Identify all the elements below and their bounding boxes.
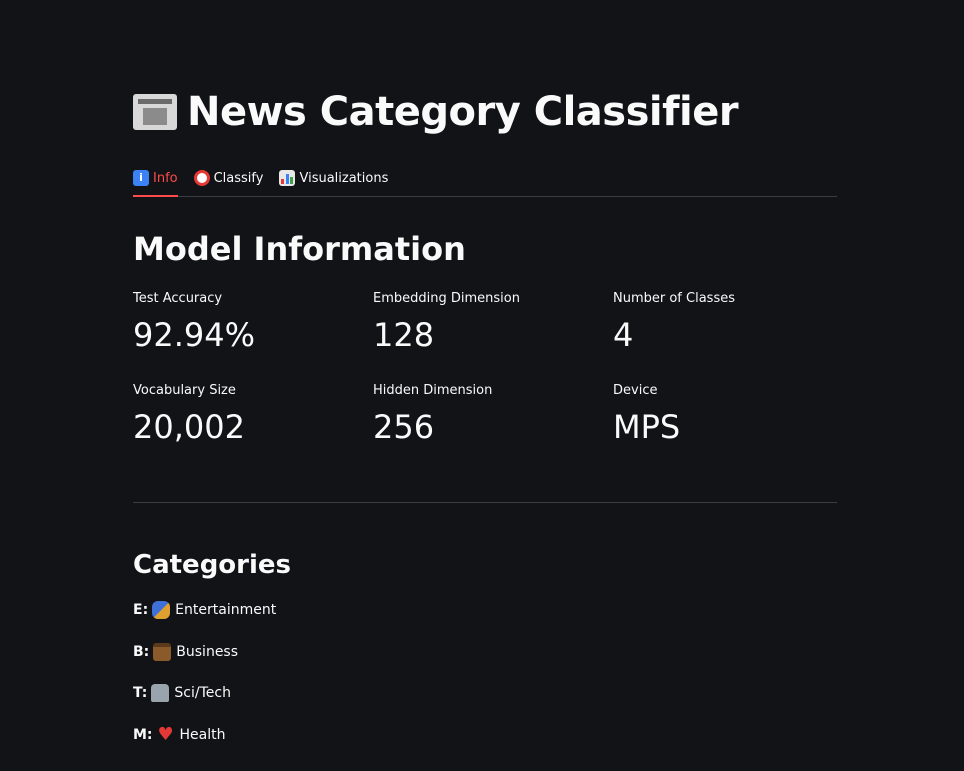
- tab-bar: i Info Classify Visualizations: [133, 160, 837, 197]
- metric-test-accuracy: Test Accuracy 92.94%: [133, 290, 373, 382]
- metric-value: MPS: [613, 408, 681, 446]
- metric-label: Test Accuracy: [133, 291, 223, 306]
- performing-arts-icon: [152, 601, 171, 619]
- category-code: M:: [133, 726, 153, 743]
- categories-heading: Categories: [133, 550, 292, 580]
- category-code: B:: [133, 643, 150, 660]
- metric-label: Hidden Dimension: [373, 383, 493, 398]
- category-item-scitech: T: Sci/Tech: [133, 681, 276, 723]
- category-list: E: Entertainment B: Business T: Sci/Tech…: [133, 598, 276, 764]
- metric-device: Device MPS: [613, 382, 853, 474]
- category-label: Business: [176, 643, 239, 660]
- info-icon: i: [133, 170, 149, 186]
- tab-visualizations-label: Visualizations: [299, 170, 389, 186]
- category-label: Sci/Tech: [174, 685, 231, 701]
- target-icon: [193, 170, 210, 186]
- section-divider: [133, 502, 837, 503]
- metric-value: 4: [613, 316, 634, 354]
- tab-info-label: Info: [153, 170, 178, 186]
- tab-classify[interactable]: Classify: [193, 160, 264, 196]
- metric-hidden-dimension: Hidden Dimension 256: [373, 382, 613, 474]
- heart-icon: ♥: [157, 723, 174, 745]
- metric-embedding-dimension: Embedding Dimension 128: [373, 290, 613, 382]
- metric-label: Vocabulary Size: [133, 383, 236, 398]
- model-information-heading: Model Information: [133, 230, 466, 268]
- category-item-health: M: ♥ Health: [133, 723, 276, 765]
- metric-value: 128: [373, 316, 435, 354]
- tab-info[interactable]: i Info: [133, 160, 178, 197]
- briefcase-icon: [153, 642, 172, 661]
- metrics-grid: Test Accuracy 92.94% Embedding Dimension…: [133, 290, 853, 474]
- category-label: Health: [179, 726, 226, 743]
- page-title-text: News Category Classifier: [187, 89, 739, 135]
- metric-number-of-classes: Number of Classes 4: [613, 290, 853, 382]
- category-label: Entertainment: [175, 602, 277, 618]
- bar-chart-icon: [279, 170, 296, 186]
- metric-value: 20,002: [133, 408, 245, 446]
- newspaper-icon: [133, 94, 177, 130]
- app-window: News Category Classifier i Info Classify…: [0, 0, 964, 771]
- category-code: T:: [133, 685, 148, 701]
- category-code: E:: [133, 602, 149, 618]
- page-title: News Category Classifier: [133, 86, 739, 138]
- metric-label: Embedding Dimension: [373, 291, 520, 306]
- metric-label: Number of Classes: [613, 291, 735, 306]
- tab-visualizations[interactable]: Visualizations: [279, 160, 388, 196]
- metric-vocabulary-size: Vocabulary Size 20,002: [133, 382, 373, 474]
- category-item-entertainment: E: Entertainment: [133, 598, 276, 640]
- metric-value: 92.94%: [133, 316, 256, 354]
- tab-classify-label: Classify: [213, 170, 264, 186]
- metric-label: Device: [613, 383, 658, 398]
- category-item-business: B: Business: [133, 640, 276, 682]
- microscope-icon: [151, 684, 170, 702]
- metric-value: 256: [373, 408, 435, 446]
